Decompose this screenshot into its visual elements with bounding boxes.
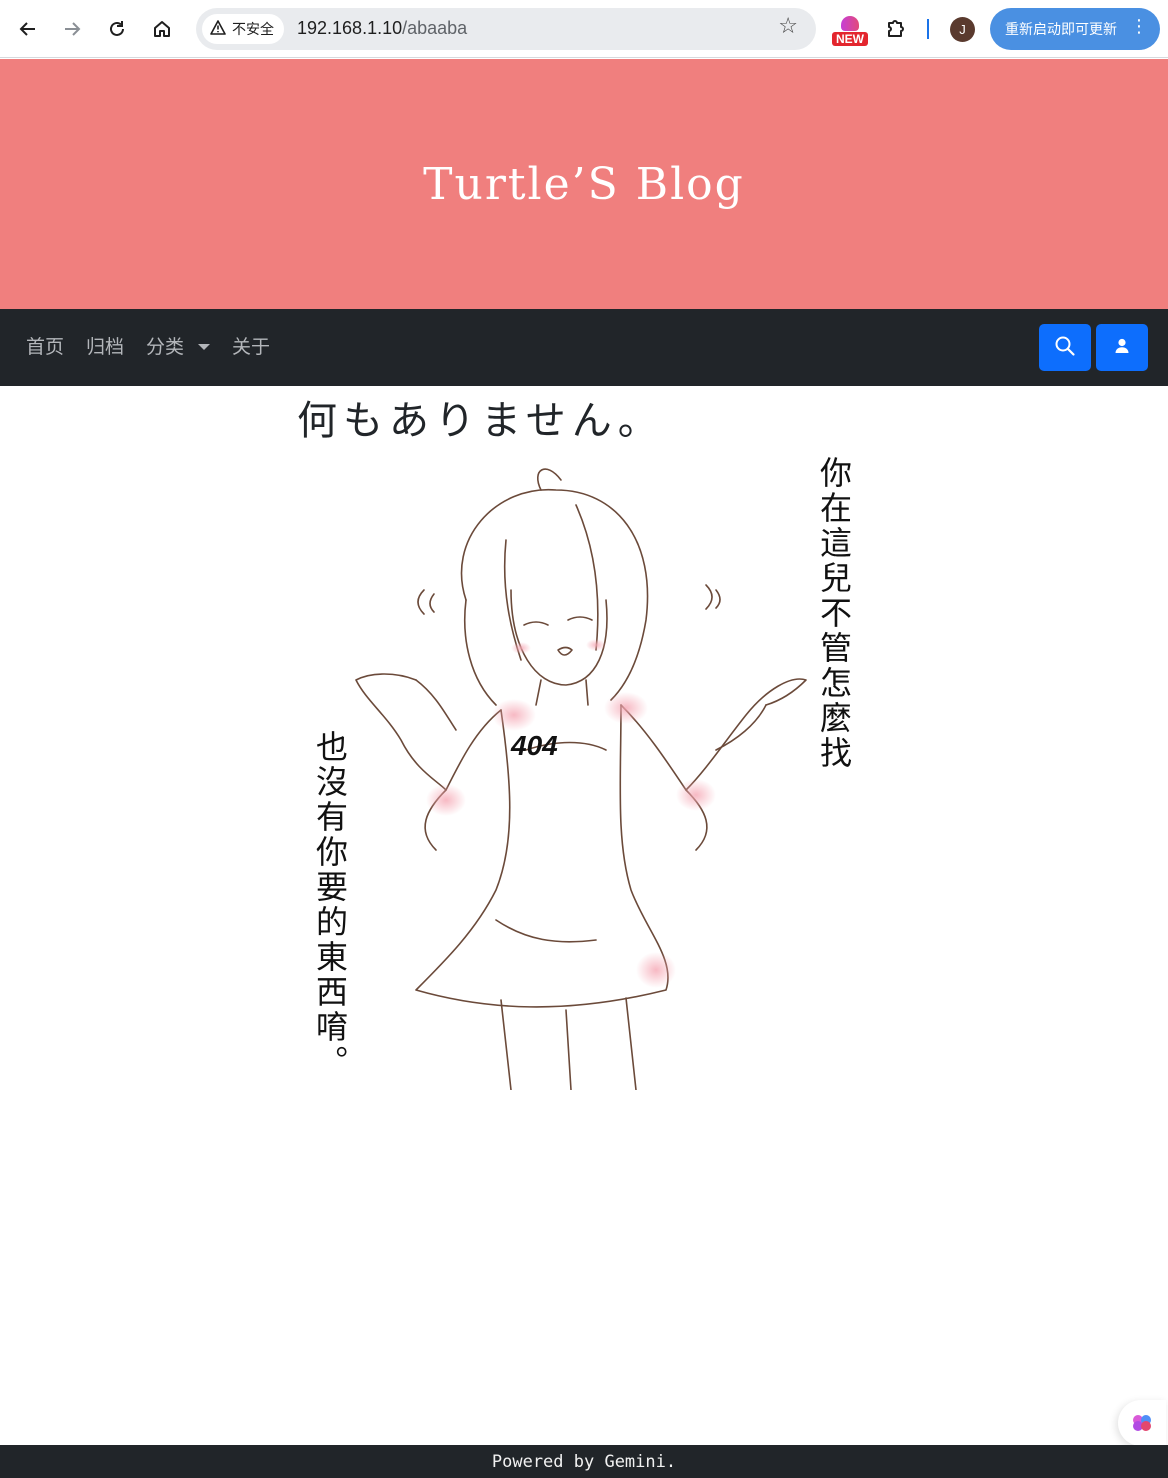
footer-text: Powered by Gemini.: [491, 1451, 677, 1472]
reload-icon[interactable]: [99, 11, 135, 47]
user-icon: [1113, 337, 1131, 359]
nav-item-archive[interactable]: 归档: [86, 335, 124, 359]
security-indicator[interactable]: 不安全: [202, 14, 284, 44]
nav-links: 首页 归档 分类 关于: [26, 335, 270, 359]
not-found-heading: 何もありません。: [297, 398, 664, 444]
update-button-label: 重新启动即可更新: [1005, 22, 1117, 38]
main-navbar: 首页 归档 分类 关于: [0, 309, 1168, 386]
extension-new-button[interactable]: NEW: [832, 16, 868, 46]
nav-item-home[interactable]: 首页: [26, 335, 64, 359]
security-label: 不安全: [232, 22, 274, 38]
relaunch-update-button[interactable]: 重新启动即可更新 ⋮: [990, 8, 1160, 50]
search-button[interactable]: [1039, 324, 1091, 371]
user-button[interactable]: [1096, 324, 1148, 371]
url-path: /abaaba: [402, 18, 468, 38]
brain-extension-icon: [841, 16, 859, 31]
site-header: Turtle’S Blog: [0, 59, 1168, 309]
profile-avatar[interactable]: J: [950, 17, 975, 42]
right-caption: 你在這兒不管怎麼找: [815, 456, 853, 771]
more-menu-icon[interactable]: ⋮: [1130, 18, 1148, 36]
not-found-illustration: 404 你在這兒不管怎麼找 也沒有你要的東西唷。: [296, 450, 876, 1091]
new-badge: NEW: [832, 32, 868, 46]
brain-icon: [1130, 1411, 1154, 1439]
left-caption: 也沒有你要的東西唷。: [311, 730, 349, 1080]
extensions-puzzle-icon[interactable]: [882, 14, 910, 42]
nav-item-categories-label: 分类: [146, 336, 185, 358]
home-icon[interactable]: [144, 11, 180, 47]
forward-icon[interactable]: [54, 11, 90, 47]
illustration-drawing: 404: [355, 468, 807, 1091]
nav-item-categories[interactable]: 分类: [146, 335, 211, 359]
bookmark-star-icon[interactable]: ☆: [778, 16, 798, 38]
warning-icon: [210, 19, 226, 39]
badge-404: 404: [510, 730, 558, 761]
chevron-down-icon: [198, 344, 211, 350]
url-text[interactable]: 192.168.1.10/abaaba: [297, 18, 467, 39]
url-host: 192.168.1.10: [297, 18, 403, 38]
back-icon[interactable]: [10, 11, 46, 47]
site-title[interactable]: Turtle’S Blog: [423, 159, 745, 210]
address-bar[interactable]: 不安全 192.168.1.10/abaaba ☆: [196, 8, 816, 50]
browser-toolbar: 不安全 192.168.1.10/abaaba ☆ NEW J 重新启动即可更新…: [0, 0, 1168, 58]
search-icon: [1054, 335, 1076, 361]
site-footer: Powered by Gemini.: [0, 1445, 1168, 1478]
toolbar-divider: [927, 19, 929, 39]
floating-assistant-button[interactable]: [1118, 1400, 1166, 1446]
nav-item-about[interactable]: 关于: [232, 335, 270, 359]
